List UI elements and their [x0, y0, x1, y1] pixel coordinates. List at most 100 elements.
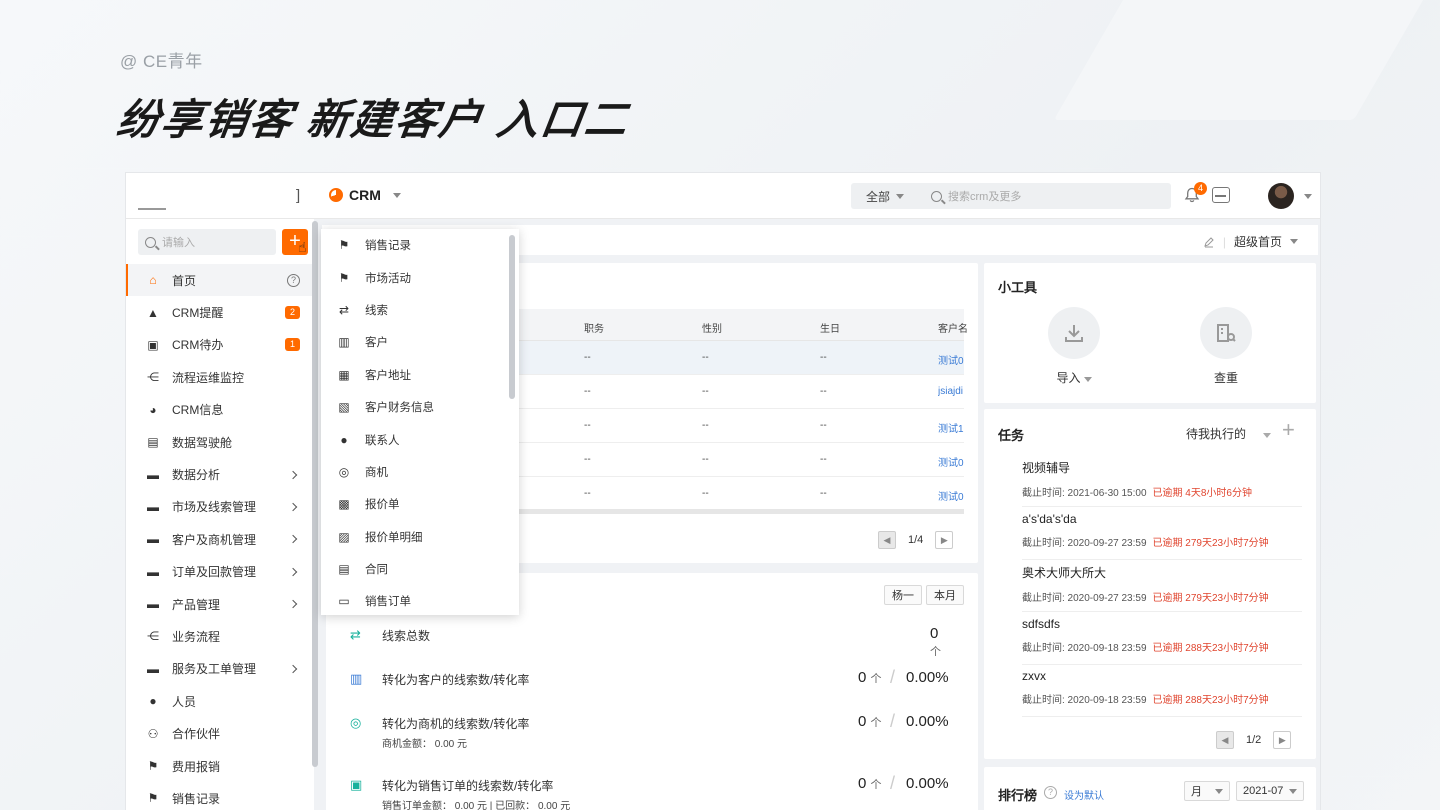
sidebar-item[interactable]: ● 人员	[126, 685, 314, 717]
prev-page-button[interactable]: ◀	[878, 531, 896, 549]
table-cell: --	[702, 488, 709, 499]
folder-icon: ▬	[147, 661, 159, 676]
import-tool[interactable]: 导入	[1048, 307, 1100, 386]
prev-page-button[interactable]: ◀	[1216, 731, 1234, 749]
tools-title: 小工具	[998, 280, 1038, 295]
search-scope-select[interactable]: 全部	[851, 183, 921, 209]
next-page-button[interactable]: ▶	[935, 531, 954, 549]
task-item[interactable]: 视频辅导 截止时间: 2021-06-30 15:00 已逾期 4天8小时6分钟	[1022, 459, 1302, 507]
edit-icon[interactable]	[1203, 236, 1215, 248]
customer-link[interactable]: 测试0	[938, 352, 964, 367]
dropdown-item[interactable]: ▩ 报价单	[321, 488, 519, 520]
global-search-input[interactable]: 搜索crm及更多	[921, 183, 1171, 209]
set-default-link[interactable]: 设为默认	[1064, 787, 1104, 802]
dropdown-item[interactable]: ▧ 客户财务信息	[321, 391, 519, 423]
dropdown-item-label: 客户财务信息	[365, 402, 434, 415]
sidebar-item[interactable]: ⚇ 合作伙伴	[126, 717, 314, 749]
bracket-glyph: ]	[296, 187, 301, 204]
sidebar-item[interactable]: ▤ 数据驾驶舱	[126, 426, 314, 458]
owner-filter-chip[interactable]: 杨一	[884, 585, 922, 605]
dropdown-item-label: 商机	[365, 466, 388, 479]
chevron-down-icon[interactable]	[1304, 194, 1312, 199]
user-avatar[interactable]	[1268, 183, 1294, 209]
customer-link[interactable]: 测试0	[938, 454, 964, 469]
lead-icon: ⇄	[338, 302, 350, 317]
customer-link[interactable]: jsiajdi	[938, 386, 964, 397]
sidebar-search-input[interactable]: 请输入	[138, 229, 276, 255]
sidebar-item[interactable]: ▬ 服务及工单管理	[126, 653, 314, 685]
table-cell: --	[702, 454, 709, 465]
table-cell: --	[702, 386, 709, 397]
sidebar-item[interactable]: ◕ CRM信息	[126, 394, 314, 426]
dedupe-tool[interactable]: 查重	[1200, 307, 1252, 386]
dropdown-item[interactable]: ● 联系人	[321, 423, 519, 455]
dropdown-item[interactable]: ▥ 客户	[321, 326, 519, 358]
customer-link[interactable]: 测试0	[938, 488, 964, 503]
ranking-title: 排行榜	[998, 788, 1038, 803]
table-cell: --	[820, 488, 827, 499]
dropdown-item[interactable]: ▨ 报价单明细	[321, 521, 519, 553]
sidebar-item[interactable]: ⋲ 流程运维监控	[126, 361, 314, 393]
help-icon[interactable]: ?	[1044, 786, 1057, 799]
next-page-button[interactable]: ▶	[1273, 731, 1292, 749]
dropdown-item[interactable]: ▤ 合同	[321, 553, 519, 585]
sidebar-item-label: CRM待办	[172, 338, 224, 353]
customer-link[interactable]: 测试1	[938, 420, 964, 435]
chevron-down-icon	[1215, 788, 1223, 794]
task-meta: 截止时间: 2020-09-27 23:59 已逾期 279天23小时7分钟	[1022, 589, 1302, 604]
flag-icon: ⚑	[147, 759, 159, 774]
sidebar-item[interactable]: ▬ 市场及线索管理	[126, 491, 314, 523]
sidebar-item-label: 数据驾驶舱	[172, 435, 233, 450]
table-cell: --	[584, 488, 591, 499]
task-meta: 截止时间: 2020-09-18 23:59 已逾期 288天23小时7分钟	[1022, 691, 1302, 706]
task-item[interactable]: zxvx 截止时间: 2020-09-18 23:59 已逾期 288天23小时7分…	[1022, 669, 1302, 717]
inbox-icon[interactable]	[1212, 187, 1230, 203]
dropdown-item[interactable]: ▭ 销售订单	[321, 585, 519, 615]
homepage-selector[interactable]: 超级首页	[1234, 233, 1282, 250]
task-item[interactable]: 奥术大师大所大截止时间: 2020-09-27 23:59 已逾期 279天23小…	[1022, 564, 1302, 612]
sidebar-scrollbar[interactable]	[312, 221, 318, 767]
person-icon: ●	[149, 694, 157, 709]
sidebar-item[interactable]: ⚑ 费用报销	[126, 750, 314, 782]
app-switcher[interactable]: CRM	[329, 187, 401, 203]
dropdown-item[interactable]: ⚑ 销售记录	[321, 229, 519, 261]
task-item[interactable]: a's'da's'da 截止时间: 2020-09-27 23:59 已逾期 279…	[1022, 512, 1302, 560]
dropdown-scrollbar[interactable]	[509, 235, 515, 399]
folder-icon: ▬	[147, 499, 159, 514]
funnel-count: 0 个	[930, 625, 950, 659]
period-filter-chip[interactable]: 本月	[926, 585, 964, 605]
chevron-right-icon	[288, 567, 298, 576]
sidebar-item[interactable]: ▬ 数据分析	[126, 458, 314, 490]
sidebar-item[interactable]: ▬ 客户及商机管理	[126, 523, 314, 555]
address-icon: ▦	[338, 367, 350, 382]
task-overdue: 已逾期 288天23小时7分钟	[1152, 695, 1269, 706]
dropdown-item[interactable]: ⚑ 市场活动	[321, 261, 519, 293]
sidebar-item[interactable]: ▬ 订单及回款管理	[126, 556, 314, 588]
funnel-count: 0 个	[858, 669, 882, 686]
month-select[interactable]: 2021-07	[1236, 781, 1304, 801]
sidebar-item[interactable]: ⋲ 业务流程	[126, 620, 314, 652]
count-badge: 1	[284, 338, 300, 352]
search-placeholder: 搜索crm及更多	[948, 191, 1022, 203]
sidebar-item-label: 服务及工单管理	[172, 662, 257, 677]
period-select[interactable]: 月	[1184, 781, 1230, 801]
add-task-icon[interactable]: +	[1282, 417, 1295, 443]
dropdown-item[interactable]: ▦ 客户地址	[321, 359, 519, 391]
task-item[interactable]: sdfsdfs 截止时间: 2020-09-18 23:59 已逾期 288天23小…	[1022, 617, 1302, 665]
sidebar-item[interactable]: ⌂ 首页?	[126, 264, 314, 297]
sidebar-item[interactable]: ⚑ 销售记录	[126, 782, 314, 810]
task-filter-select[interactable]: 待我执行的	[1186, 425, 1272, 442]
bell-icon: ▲	[147, 305, 159, 320]
target-icon: ◎	[338, 464, 350, 479]
sidebar-item[interactable]: ▲ CRM提醒 2	[126, 296, 314, 328]
logo[interactable]	[126, 173, 276, 219]
dropdown-item[interactable]: ◎ 商机	[321, 456, 519, 488]
help-icon[interactable]: ?	[287, 273, 300, 287]
task-name: 奥术大师大所大	[1022, 566, 1107, 580]
dropdown-item[interactable]: ⇄ 线索	[321, 294, 519, 326]
sidebar-item[interactable]: ▣ CRM待办 1	[126, 329, 314, 361]
dropdown-item-label: 客户	[365, 337, 388, 350]
chevron-down-icon	[1083, 377, 1092, 382]
chevron-down-icon[interactable]	[1290, 239, 1298, 244]
sidebar-item[interactable]: ▬ 产品管理	[126, 588, 314, 620]
